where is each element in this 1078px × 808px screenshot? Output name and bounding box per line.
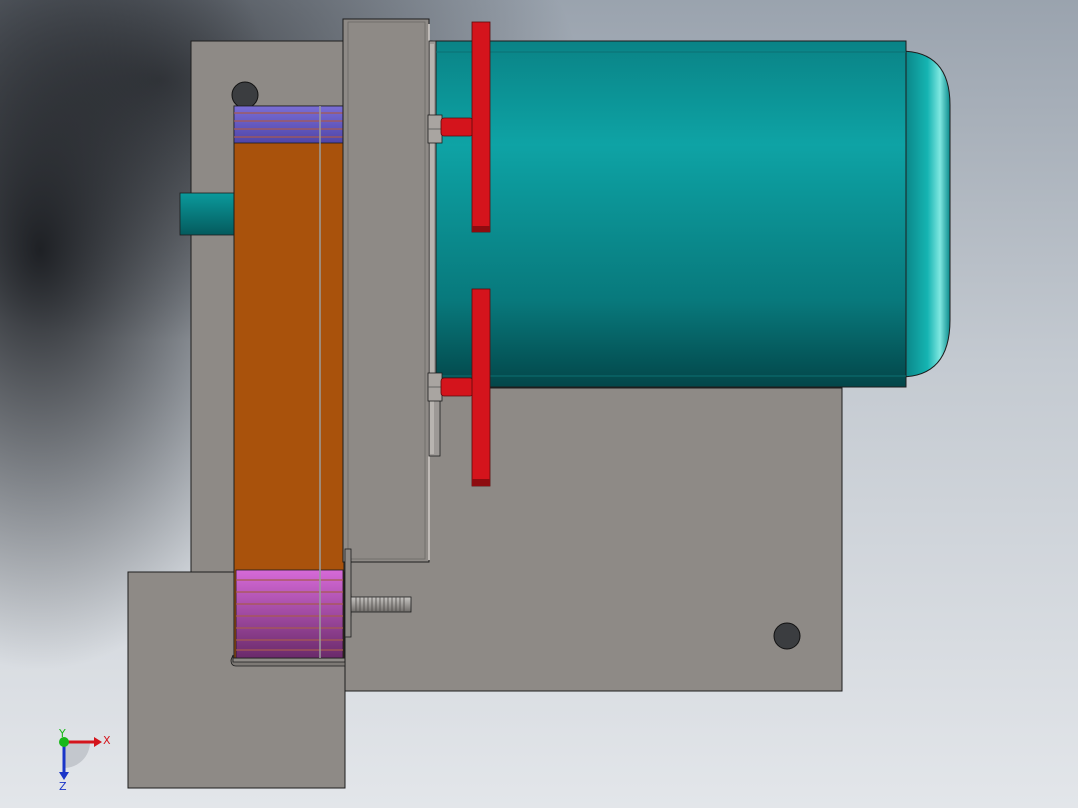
x-axis-arrowhead xyxy=(94,737,102,747)
belt-pulley-assembly[interactable] xyxy=(233,105,345,659)
orientation-triad[interactable]: X Y Z xyxy=(50,728,120,798)
z-axis-arrowhead xyxy=(59,772,69,780)
motor-mount-plate[interactable] xyxy=(342,18,430,638)
cad-viewport[interactable]: X Y Z xyxy=(0,0,1078,808)
mounting-hole-bottom xyxy=(773,622,801,650)
assembly-drawing[interactable] xyxy=(0,0,1078,808)
mounting-hole-top xyxy=(231,81,259,109)
y-axis-label: Y xyxy=(58,728,66,740)
flange-nut-bottom xyxy=(427,372,443,402)
flange-nut-top xyxy=(427,114,443,144)
z-axis-label: Z xyxy=(59,780,67,793)
x-axis-label: X xyxy=(103,734,111,747)
electric-motor[interactable] xyxy=(435,40,951,388)
bottom-pulley[interactable] xyxy=(235,569,344,659)
input-shaft[interactable] xyxy=(179,192,236,236)
